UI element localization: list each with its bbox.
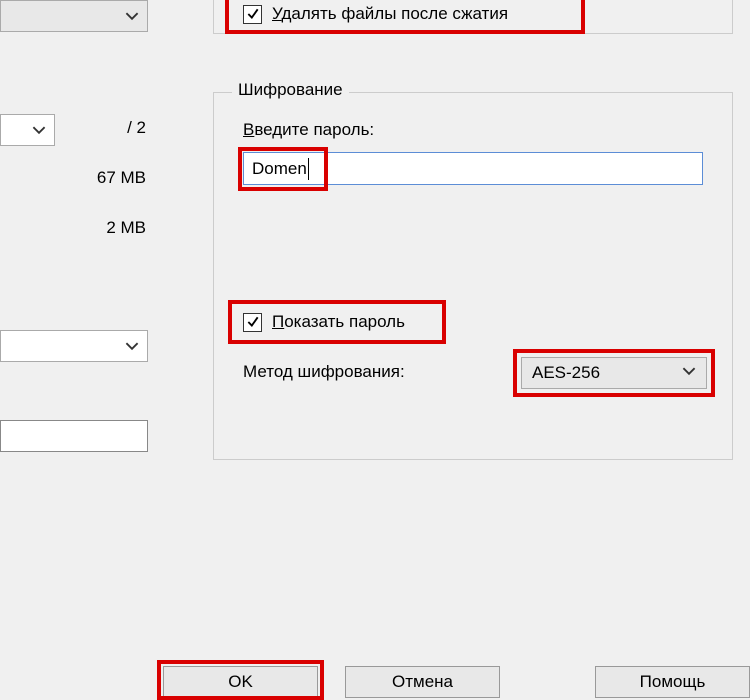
encryption-method-dropdown[interactable]: AES-256: [521, 357, 707, 389]
left-combo-2[interactable]: [0, 0, 148, 32]
password-value: Domen: [252, 159, 307, 179]
encryption-method-value: AES-256: [532, 363, 600, 383]
password-input[interactable]: Domen: [243, 152, 703, 185]
delete-after-compress-checkbox[interactable]: Удалять файлы после сжатия: [243, 4, 508, 24]
chevron-down-icon: [32, 123, 46, 137]
ok-button-label: OK: [228, 672, 253, 692]
left-small-combo[interactable]: [0, 114, 55, 146]
chevron-down-icon: [682, 363, 696, 383]
left-combo-3[interactable]: [0, 330, 148, 362]
text-cursor-icon: [308, 158, 309, 180]
size-2mb-label: 2 MB: [60, 218, 146, 238]
cancel-button[interactable]: Отмена: [345, 666, 500, 698]
enter-password-label: Введите пароль:: [243, 120, 374, 140]
help-button[interactable]: Помощь: [595, 666, 750, 698]
cancel-button-label: Отмена: [392, 672, 453, 692]
show-password-checkbox[interactable]: Показать пароль: [243, 312, 405, 332]
encryption-method-label: Метод шифрования:: [243, 362, 405, 382]
size-67mb-label: 67 MB: [60, 168, 146, 188]
help-button-label: Помощь: [640, 672, 706, 692]
delete-after-compress-label: Удалять файлы после сжатия: [272, 4, 508, 24]
checkbox-icon: [243, 313, 262, 332]
chevron-down-icon: [125, 339, 139, 353]
show-password-label: Показать пароль: [272, 312, 405, 332]
chevron-down-icon: [125, 9, 139, 23]
encryption-group: [213, 92, 733, 460]
checkbox-icon: [243, 5, 262, 24]
encryption-group-title: Шифрование: [232, 80, 349, 100]
ok-button[interactable]: OK: [163, 666, 318, 698]
left-input[interactable]: [0, 420, 148, 452]
divide-by-2-label: / 2: [60, 118, 146, 138]
